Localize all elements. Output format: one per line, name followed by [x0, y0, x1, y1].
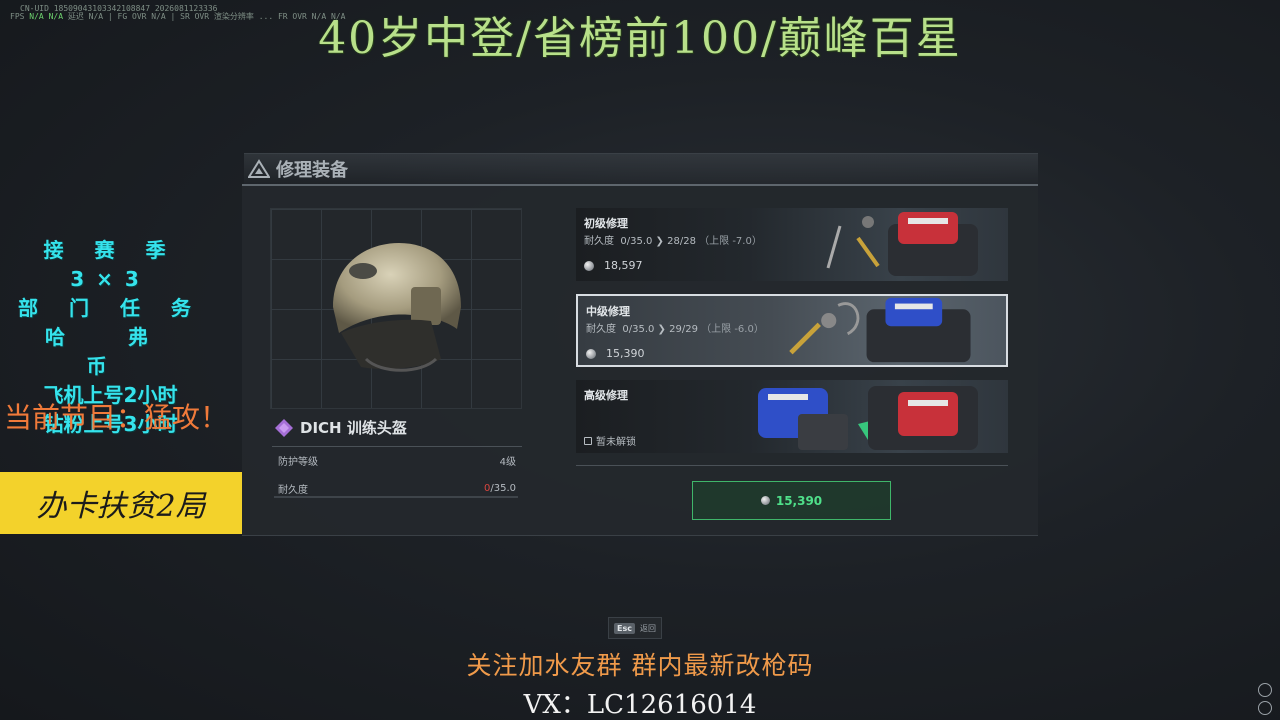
repair-kit-image: [826, 212, 978, 276]
cost-value: 18,597: [604, 259, 643, 272]
promo-line: 哈 弗 币: [45, 325, 176, 378]
lock-icon: [584, 436, 592, 445]
stream-title: 40岁中登/省榜前100/巅峰百星: [318, 13, 962, 64]
stat-label: 防护等级: [278, 456, 318, 468]
item-preview: [270, 208, 522, 409]
repair-option-advanced[interactable]: 高级修理 暂未解锁: [576, 380, 1008, 453]
panel-header: 修理装备: [244, 153, 1038, 184]
arrow-right-icon: ❯: [655, 236, 664, 247]
stat-value: 4级: [499, 456, 516, 468]
divider: [576, 465, 1008, 466]
repair-kit-image: [758, 386, 978, 450]
coin-icon: [584, 260, 594, 271]
option-name: 初级修理: [584, 217, 628, 230]
durability-bar: [274, 496, 518, 498]
cost-value: 15,390: [606, 347, 645, 360]
settings-icon[interactable]: [1258, 701, 1272, 715]
coin-icon: [586, 348, 596, 359]
lock-text: 暂未解锁: [596, 437, 636, 448]
esc-key: Esc: [614, 622, 635, 634]
confirm-cost: 15,390: [775, 493, 823, 508]
durability-to: 28/28: [667, 236, 696, 247]
item-name: DICH 训练头盔: [274, 417, 407, 438]
panel-title: 修理装备: [276, 160, 348, 181]
repair-option-basic[interactable]: 初级修理 耐久度 0/35.0 ❯ 28/28 （上限 -7.0） 18,597: [576, 208, 1008, 281]
durability-label: 耐久度: [584, 236, 614, 247]
promo-banner: 办卡扶贫2局: [0, 472, 242, 534]
stat-protection-level: 防护等级 4级: [272, 447, 522, 473]
promo-line: 接 赛 季 3×3: [43, 238, 178, 291]
durability-max: /35.0: [490, 482, 516, 494]
repair-option-intermediate[interactable]: 中级修理 耐久度 0/35.0 ❯ 29/29 （上限 -6.0） 15,390: [576, 294, 1008, 367]
option-durability: 耐久度 0/35.0 ❯ 29/29 （上限 -6.0）: [586, 320, 764, 335]
durability-from: 0/35.0: [620, 236, 653, 247]
current-program: 当前节目：猛攻！: [4, 401, 229, 434]
option-locked: 暂未解锁: [584, 433, 636, 448]
arrow-right-icon: ❯: [657, 324, 666, 335]
option-cost: 18,597: [584, 259, 643, 272]
option-cost: 15,390: [586, 347, 645, 360]
esc-back-button[interactable]: Esc 返回: [608, 617, 662, 639]
coin-icon: [760, 496, 770, 505]
item-name-text: DICH 训练头盔: [300, 419, 407, 437]
promo-line: 部 门 任 务: [18, 296, 203, 320]
microphone-icon[interactable]: [1258, 683, 1272, 697]
stat-value: 0/35.0: [484, 483, 516, 494]
stat-label: 耐久度: [278, 484, 308, 496]
durability-label: 耐久度: [586, 324, 616, 335]
rarity-gem-icon: [275, 418, 293, 437]
option-name: 中级修理: [586, 305, 630, 318]
repair-kit-image: [789, 297, 971, 363]
warning-triangle-icon: [248, 159, 270, 178]
confirm-repair-button[interactable]: 15,390: [692, 481, 891, 520]
esc-label: 返回: [639, 623, 656, 633]
footer-contact: VX：LC12616014: [523, 690, 757, 720]
option-name: 高级修理: [584, 389, 628, 402]
durability-from: 0/35.0: [622, 324, 655, 335]
durability-to: 29/29: [669, 324, 698, 335]
option-durability: 耐久度 0/35.0 ❯ 28/28 （上限 -7.0）: [584, 232, 762, 247]
helmet-image: [333, 243, 461, 372]
footer-promo: 关注加水友群 群内最新改枪码: [466, 651, 814, 680]
